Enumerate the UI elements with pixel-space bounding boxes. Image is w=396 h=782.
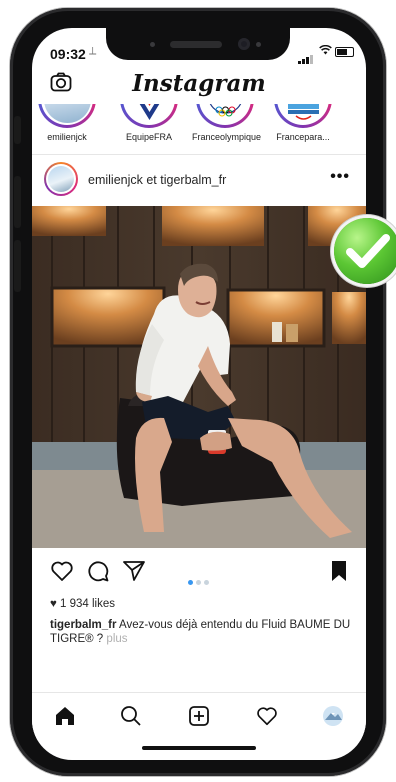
story-item[interactable]: Francepara... — [270, 104, 336, 142]
story-avatar — [125, 104, 173, 123]
app-logo: Instagram — [132, 70, 266, 97]
post-actions — [32, 560, 366, 590]
app-header: Instagram — [32, 68, 366, 104]
status-time: 09:32 — [50, 46, 86, 62]
caption-username[interactable]: tigerbalm_fr — [50, 619, 116, 631]
story-avatar — [279, 104, 327, 123]
caption-more-link[interactable]: plus — [106, 633, 127, 645]
post-header: emilienjck et tigerbalm_fr ••• — [32, 156, 366, 204]
story-label: emilienjck — [47, 132, 87, 142]
heart-small-icon: ♥ — [50, 598, 57, 610]
story-avatar — [201, 104, 249, 123]
carousel-indicator — [188, 572, 212, 590]
battery-icon — [335, 47, 354, 57]
activity-icon[interactable] — [256, 705, 278, 732]
bookmark-icon[interactable] — [330, 560, 348, 587]
story-avatar — [43, 104, 91, 123]
phone-screen: 09:32 ⟂ Instagram emilienjck EquipeFRA F… — [32, 28, 366, 760]
story-label: Franceolympique — [192, 132, 262, 142]
story-item[interactable]: emilienjck — [34, 104, 100, 142]
more-options-icon[interactable]: ••• — [330, 168, 350, 186]
stories-strip: emilienjck EquipeFRA Franceolympique Fra… — [32, 104, 366, 152]
speaker-grille — [170, 41, 222, 48]
post-author[interactable]: emilienjck et tigerbalm_fr — [88, 173, 226, 187]
story-label: Francepara... — [276, 132, 330, 142]
story-item[interactable]: EquipeFRA — [116, 104, 182, 142]
bottom-tab-bar — [32, 692, 366, 741]
post-image[interactable] — [32, 206, 366, 548]
likes-count[interactable]: ♥ 1 934 likes — [50, 598, 115, 610]
story-item[interactable]: Franceolympique — [192, 104, 262, 142]
comment-icon[interactable] — [86, 560, 110, 587]
home-icon[interactable] — [54, 705, 76, 732]
signal-icon — [298, 46, 314, 64]
volume-up-button — [14, 176, 21, 228]
likes-text: 1 934 likes — [60, 598, 116, 610]
stories-divider — [32, 154, 366, 155]
sensor-dot — [256, 42, 261, 47]
phone-notch — [106, 28, 290, 60]
share-icon[interactable] — [122, 560, 146, 587]
heart-icon[interactable] — [50, 560, 74, 587]
add-post-icon[interactable] — [188, 705, 210, 732]
search-icon[interactable] — [120, 705, 142, 732]
front-camera — [238, 38, 250, 50]
story-label: EquipeFRA — [125, 132, 173, 142]
check-badge-icon — [334, 218, 396, 284]
location-icon: ⟂ — [89, 45, 97, 57]
post-caption: tigerbalm_fr Avez-vous déjà entendu du F… — [50, 618, 356, 646]
home-indicator — [142, 746, 256, 750]
avatar[interactable] — [44, 162, 78, 196]
volume-down-button — [14, 240, 21, 292]
profile-icon[interactable] — [322, 705, 344, 732]
mute-switch — [14, 116, 21, 144]
sensor-dot — [150, 42, 155, 47]
wifi-icon — [319, 44, 332, 58]
